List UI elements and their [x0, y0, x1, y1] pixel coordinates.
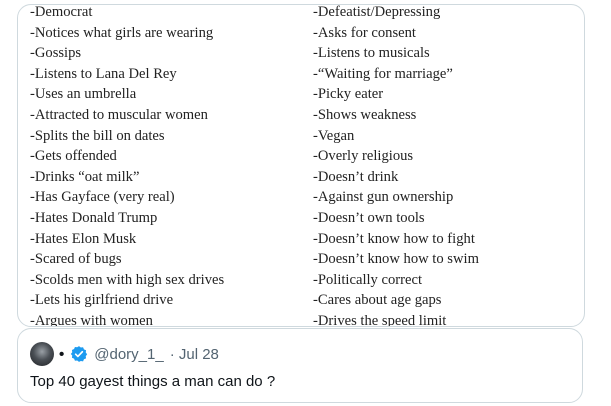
list-item: -Scolds men with high sex drives [30, 271, 225, 288]
list-item: -Splits the bill on dates [30, 127, 165, 144]
list-item: -Vegan [313, 127, 355, 144]
list-item: -Has Gayface (very real) [30, 189, 175, 206]
quote-header: • @dory_1_ · Jul 28 [30, 341, 219, 367]
list-item: -Lets his girlfriend drive [30, 292, 174, 309]
quoted-tweet-card[interactable]: • @dory_1_ · Jul 28 Top 40 gayest things… [17, 328, 583, 403]
list-item: -Hates Donald Trump [30, 209, 158, 226]
verified-badge-icon [70, 345, 88, 363]
timestamp[interactable]: · Jul 28 [170, 346, 219, 363]
right-list: -Defeatist/Depressing -Asks for consent … [313, 4, 479, 327]
list-item: -Attracted to muscular women [30, 106, 208, 123]
separator-dot: • [59, 345, 65, 363]
list-item: -Gossips [30, 45, 82, 62]
list-item: -Asks for consent [313, 24, 416, 41]
list-item: -Listens to musicals [313, 45, 430, 62]
list-item: -Argues with women [30, 312, 153, 327]
left-list: -Democrat -Notices what girls are wearin… [30, 4, 225, 327]
list-item: -Picky eater [313, 86, 384, 103]
list-item: -Overly religious [313, 148, 414, 165]
list-item: -Cares about age gaps [313, 292, 442, 309]
list-item: -Listens to Lana Del Rey [30, 65, 177, 82]
list-item: -Defeatist/Depressing [313, 4, 441, 20]
quote-text: Top 40 gayest things a man can do ? [30, 373, 276, 390]
list-item: -Uses an umbrella [30, 86, 137, 103]
list-item: -Democrat [30, 4, 93, 20]
list-item: -Doesn’t know how to fight [313, 230, 475, 247]
list-item: -Politically correct [313, 271, 423, 288]
list-item: -Against gun ownership [313, 189, 454, 206]
list-item: -Shows weakness [313, 106, 417, 123]
author-handle[interactable]: @dory_1_ [94, 346, 163, 363]
list-item: -Doesn’t own tools [313, 209, 425, 226]
list-item: -Doesn’t know how to swim [313, 251, 479, 268]
list-item: -“Waiting for marriage” [313, 65, 453, 82]
list-item: -Hates Elon Musk [30, 230, 137, 247]
list-item: -Notices what girls are wearing [30, 24, 214, 41]
list-item: -Drinks “oat milk” [30, 168, 140, 185]
list-item: -Scared of bugs [30, 251, 122, 268]
media-image-card[interactable]: -Democrat -Notices what girls are wearin… [17, 4, 585, 327]
list-item: -Drives the speed limit [313, 312, 447, 327]
avatar[interactable] [30, 342, 54, 366]
list-item: -Gets offended [30, 148, 117, 165]
list-item: -Doesn’t drink [313, 168, 399, 185]
